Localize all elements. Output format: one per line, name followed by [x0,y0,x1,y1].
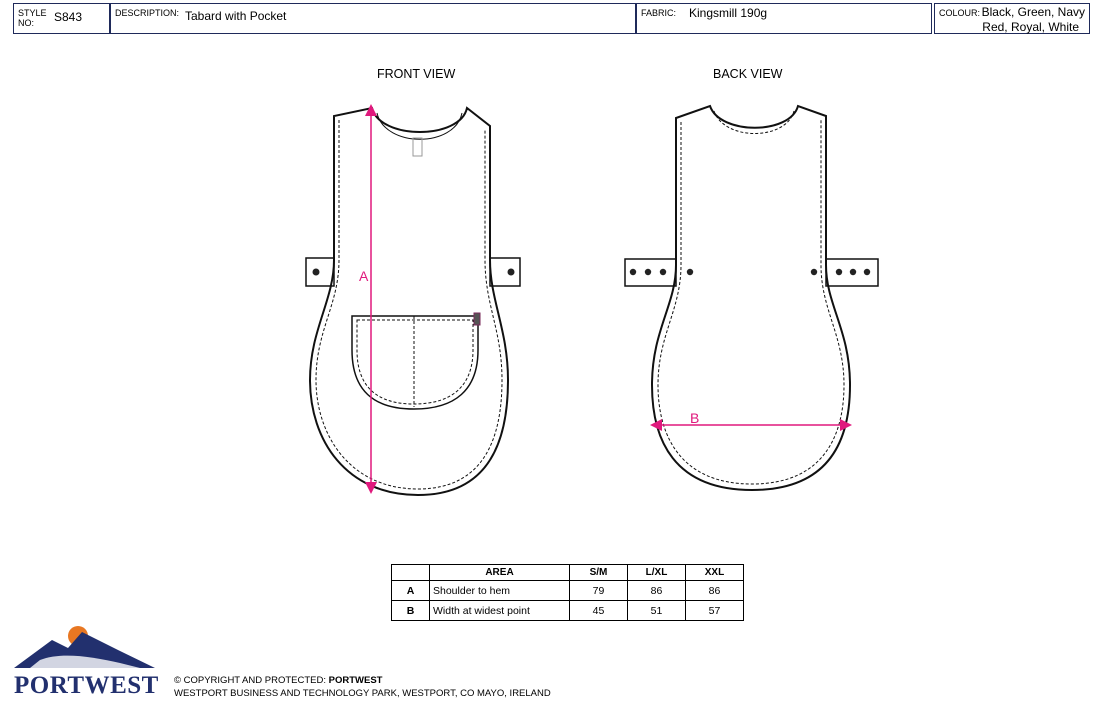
row-lxl: 51 [627,600,686,621]
row-code: B [391,600,430,621]
back-tabard [624,104,879,492]
row-area: Width at widest point [429,600,570,621]
header-xxl: XXL [685,564,744,581]
header-area: AREA [429,564,570,581]
marker-b: B [690,410,700,426]
copyright-line: © COPYRIGHT AND PROTECTED: PORTWEST [174,675,382,686]
copyright-prefix: © COPYRIGHT AND PROTECTED: [174,675,329,686]
brand-wordmark: PORTWEST [14,672,159,699]
copyright-brand: PORTWEST [328,675,383,686]
row-sm: 45 [569,600,628,621]
table-row: B Width at widest point 45 51 57 [391,600,744,621]
front-tabard [305,106,521,497]
front-right-button [507,268,515,276]
header-lxl: L/XL [627,564,686,581]
measurement-table: AREA S/M L/XL XXL A Shoulder to hem 79 8… [391,564,744,621]
row-sm: 79 [569,580,628,601]
row-code: A [391,580,430,601]
row-xxl: 86 [685,580,744,601]
row-xxl: 57 [685,600,744,621]
address-line: WESTPORT BUSINESS AND TECHNOLOGY PARK, W… [174,688,551,699]
header-code [391,564,430,581]
marker-a: A [359,268,369,284]
row-lxl: 86 [627,580,686,601]
header-sm: S/M [569,564,628,581]
table-row: A Shoulder to hem 79 86 86 [391,580,744,601]
front-left-button [312,268,320,276]
row-area: Shoulder to hem [429,580,570,601]
table-header-row: AREA S/M L/XL XXL [391,564,744,581]
back-buttons [629,268,871,276]
portwest-logo-icon [14,626,155,668]
